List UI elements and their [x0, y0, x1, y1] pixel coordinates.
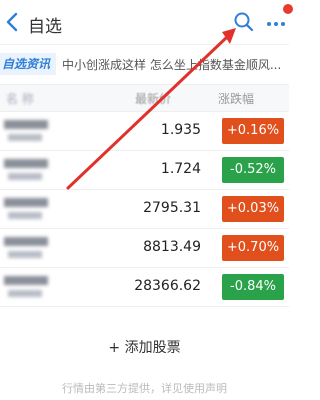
column-header-price[interactable]: 最新价	[135, 90, 171, 107]
table-row[interactable]: 1.935 +0.16%	[0, 112, 289, 151]
change-badge[interactable]: -0.52%	[222, 157, 284, 183]
change-badge[interactable]: -0.84%	[222, 274, 284, 300]
search-icon[interactable]	[233, 11, 255, 33]
add-stock-button[interactable]: + 添加股票	[0, 330, 289, 366]
stock-price: 8813.49	[143, 239, 201, 255]
news-headline[interactable]: 中小创涨成这样 怎么坐上指数基金顺风...	[62, 56, 286, 73]
table-header: 名 称 最新价 涨跌幅	[0, 84, 289, 112]
stock-price: 28366.62	[134, 278, 201, 294]
column-header-change[interactable]: 涨跌幅	[218, 90, 254, 107]
stock-name-redacted	[4, 156, 56, 184]
notification-dot	[283, 4, 293, 14]
more-dots-icon[interactable]	[264, 12, 289, 32]
table-row[interactable]: 1.724 -0.52%	[0, 151, 289, 190]
stock-name-redacted	[4, 273, 56, 301]
page-title: 自选	[28, 17, 62, 37]
watchlist-table: 1.935 +0.16% 1.724 -0.52% 2795.31 +0.03%…	[0, 112, 289, 307]
stock-name-redacted	[4, 117, 56, 145]
table-row[interactable]: 2795.31 +0.03%	[0, 190, 289, 229]
news-badge: 自选资讯	[0, 53, 56, 75]
disclaimer-text: 行情由第三方提供，详见使用声明	[62, 382, 227, 395]
stock-name-redacted	[4, 195, 56, 223]
top-nav-bar: 自选	[0, 0, 293, 45]
stock-price: 1.935	[160, 122, 201, 138]
news-ticker[interactable]: 自选资讯 中小创涨成这样 怎么坐上指数基金顺风...	[0, 47, 289, 81]
column-header-name[interactable]: 名 称	[6, 90, 34, 107]
change-badge[interactable]: +0.16%	[222, 118, 284, 144]
chevron-left-icon[interactable]	[0, 8, 26, 36]
stock-name-redacted	[4, 234, 56, 262]
change-badge[interactable]: +0.03%	[222, 196, 284, 222]
table-row[interactable]: 8813.49 +0.70%	[0, 229, 289, 268]
stock-price: 1.724	[160, 161, 201, 177]
change-badge[interactable]: +0.70%	[222, 235, 284, 261]
table-row[interactable]: 28366.62 -0.84%	[0, 268, 289, 307]
stock-price: 2795.31	[143, 200, 201, 216]
